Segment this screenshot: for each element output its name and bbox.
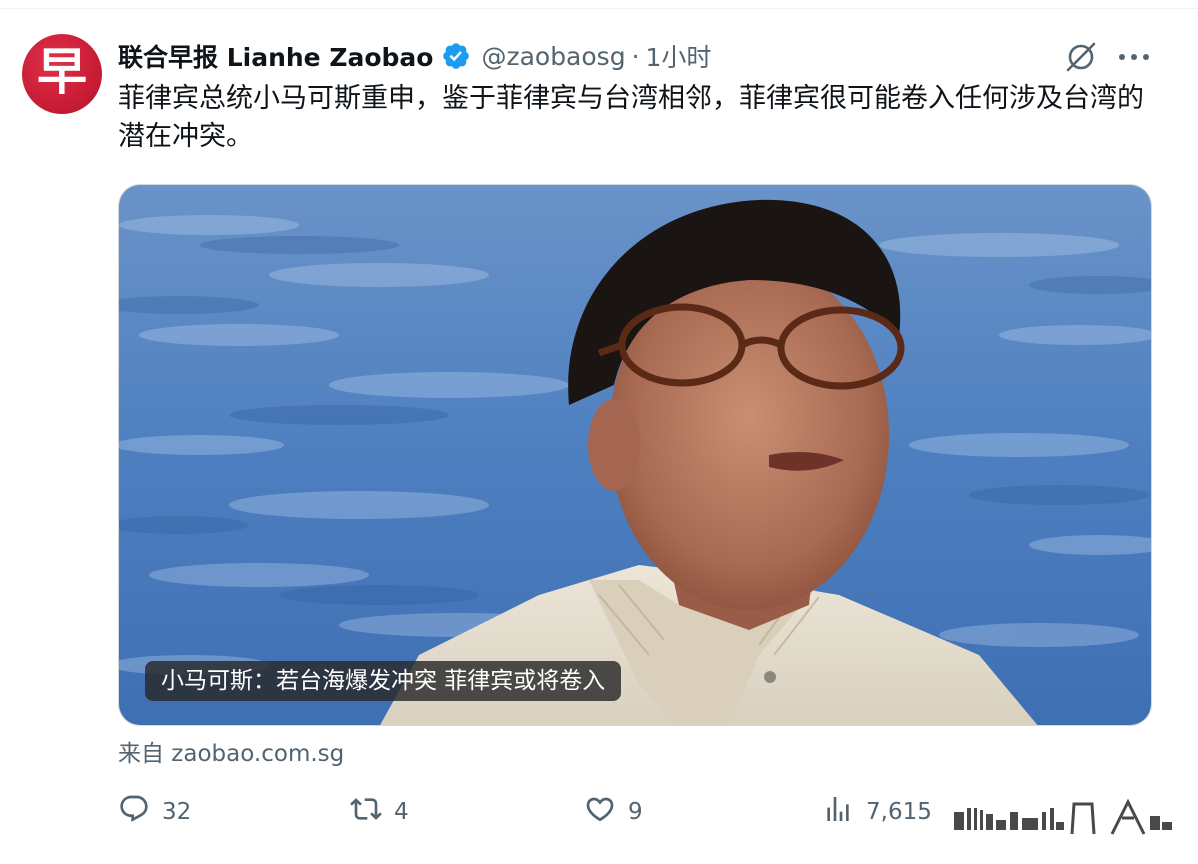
tweet-header: 联合早报 Lianhe Zaobao @zaobaosg · 1小时 — [118, 36, 711, 76]
like-icon — [584, 793, 616, 831]
repost-button[interactable]: 4 — [350, 790, 409, 834]
views-button[interactable]: 7,615 — [822, 790, 932, 834]
more-icon[interactable] — [1112, 38, 1156, 76]
tweet: 早 联合早报 Lianhe Zaobao @zaobaosg · 1小时 菲律宾… — [0, 0, 1198, 864]
reply-button[interactable]: 32 — [118, 790, 191, 834]
views-icon — [822, 793, 854, 831]
grok-icon[interactable] — [1062, 38, 1100, 76]
like-button[interactable]: 9 — [584, 790, 643, 834]
tweet-text: 菲律宾总统小马可斯重申，鉴于菲律宾与台湾相邻，菲律宾很可能卷入任何涉及台湾的潜在… — [118, 83, 1144, 152]
avatar[interactable]: 早 — [22, 34, 102, 114]
repost-icon — [350, 793, 382, 831]
tweet-media[interactable]: 小马可斯：若台海爆发冲突 菲律宾或将卷入 — [118, 184, 1152, 726]
views-count: 7,615 — [866, 799, 932, 825]
media-caption: 小马可斯：若台海爆发冲突 菲律宾或将卷入 — [145, 661, 622, 701]
reply-count: 32 — [162, 799, 192, 825]
separator: · — [631, 41, 640, 71]
like-count: 9 — [628, 799, 643, 825]
divider — [0, 8, 1198, 9]
display-name[interactable]: 联合早报 Lianhe Zaobao — [118, 38, 433, 74]
handle[interactable]: @zaobaosg — [481, 42, 625, 71]
reply-icon — [118, 793, 150, 831]
watermark — [954, 798, 1172, 835]
media-photo — [119, 185, 1151, 725]
timestamp[interactable]: 1小时 — [646, 38, 712, 74]
avatar-logo: 早 — [37, 42, 87, 101]
repost-count: 4 — [394, 799, 409, 825]
link-source[interactable]: 来自 zaobao.com.sg — [118, 734, 344, 768]
verified-badge-icon — [441, 41, 471, 71]
